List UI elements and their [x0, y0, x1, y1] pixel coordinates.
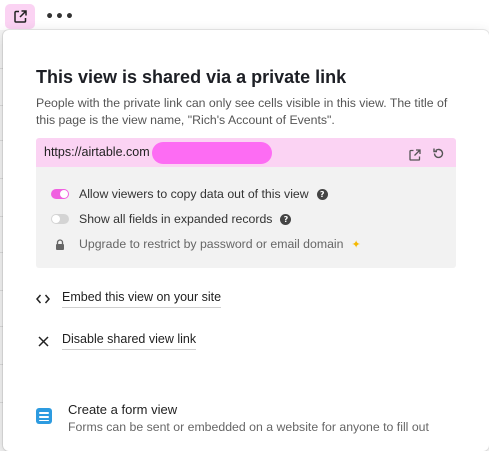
help-icon[interactable]: ?: [316, 188, 328, 200]
share-link-url[interactable]: https://airtable.com: [44, 145, 150, 159]
share-view-button[interactable]: [5, 4, 35, 29]
show-all-fields-toggle[interactable]: [51, 214, 69, 224]
upgrade-restrict-label: Upgrade to restrict by password or email…: [79, 237, 344, 251]
allow-copy-toggle[interactable]: [51, 189, 69, 199]
embed-view-label: Embed this view on your site: [62, 290, 222, 308]
share-view-popover: This view is shared via a private link P…: [3, 30, 489, 451]
show-all-fields-label: Show all fields in expanded records: [79, 212, 273, 226]
form-view-title: Create a form view: [68, 402, 178, 417]
option-allow-copy[interactable]: Allow viewers to copy data out of this v…: [51, 187, 328, 201]
regenerate-icon[interactable]: [432, 145, 445, 164]
option-show-all-fields[interactable]: Show all fields in expanded records ?: [51, 212, 292, 226]
option-upgrade-restrict[interactable]: Upgrade to restrict by password or email…: [51, 237, 361, 251]
form-icon: [36, 408, 52, 424]
popover-title: This view is shared via a private link: [36, 67, 347, 87]
lock-icon: [51, 238, 69, 250]
form-view-subtitle: Forms can be sent or embedded on a websi…: [68, 420, 429, 434]
share-options-panel: Allow viewers to copy data out of this v…: [36, 167, 456, 268]
share-link-field[interactable]: https://airtable.com: [36, 138, 456, 167]
code-icon: [36, 294, 50, 304]
share-external-icon: [13, 10, 27, 23]
create-form-view-option[interactable]: Create a form view Forms can be sent or …: [36, 402, 429, 434]
more-options-button[interactable]: •••: [45, 4, 74, 29]
close-icon: [36, 335, 50, 347]
allow-copy-label: Allow viewers to copy data out of this v…: [79, 187, 309, 201]
disable-link-label: Disable shared view link: [62, 332, 197, 350]
disable-link-button[interactable]: Disable shared view link: [36, 332, 197, 350]
link-redaction-mark: [152, 142, 272, 164]
sparkle-icon: ✦: [351, 237, 361, 251]
open-external-icon[interactable]: [409, 146, 421, 165]
help-icon[interactable]: ?: [280, 213, 292, 225]
popover-description: People with the private link can only se…: [36, 96, 448, 127]
embed-view-button[interactable]: Embed this view on your site: [36, 290, 222, 308]
